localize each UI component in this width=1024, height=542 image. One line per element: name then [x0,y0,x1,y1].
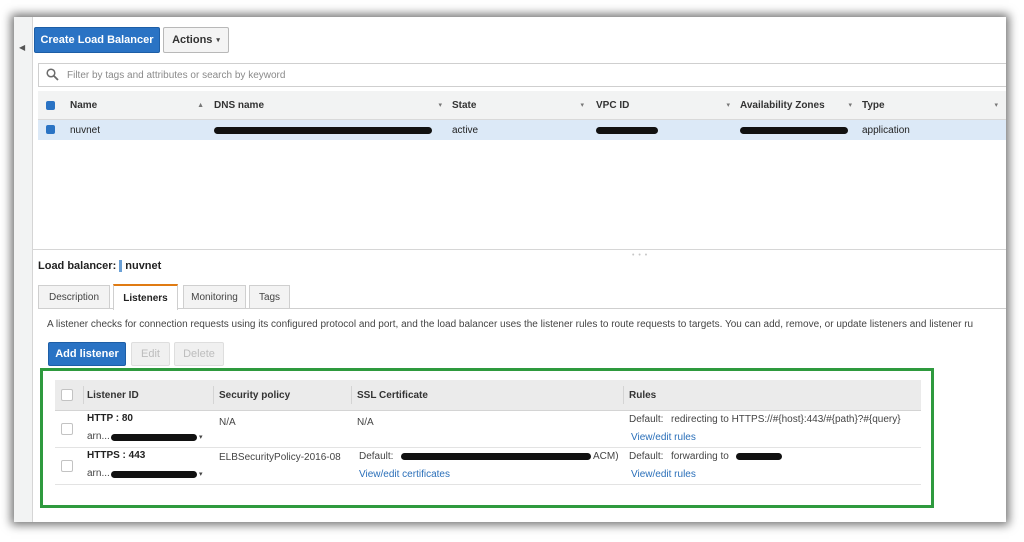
rule-default-label: Default: [629,451,664,462]
cert-source-suffix: ACM) [593,451,619,462]
listener-row[interactable]: HTTPS : 443 arn... ▾ ELBSecurityPolicy-2… [55,448,921,485]
lb-type: application [862,124,910,136]
listeners-description: A listener checks for connection request… [47,319,974,330]
column-label: VPC ID [596,99,630,111]
delete-button[interactable]: Delete [174,342,224,366]
cert-default-label: Default: [359,451,394,462]
column-header-listener-id[interactable]: Listener ID [87,380,139,410]
select-all-checkbox[interactable] [46,101,55,110]
security-policy: N/A [219,417,236,428]
column-header-state[interactable]: State ▾ [452,91,590,119]
detail-tabs: Description Listeners Monitoring Tags [38,284,1006,310]
add-listener-button[interactable]: Add listener [48,342,126,366]
column-divider [351,386,352,404]
column-divider [623,386,624,404]
sort-icon: ▾ [726,102,730,109]
sort-ascending-icon: ▲ [197,101,204,109]
table-header: Name ▲ DNS name ▾ State ▾ VPC ID ▾ Avail… [38,91,1006,120]
column-label: Availability Zones [740,99,825,111]
listener-id: HTTPS : 443 [87,450,146,461]
selection-indicator [119,260,123,272]
security-policy: ELBSecurityPolicy-2016-08 [219,452,341,463]
column-divider [213,386,214,404]
chevron-down-icon[interactable]: ▾ [199,433,203,441]
column-header-rules[interactable]: Rules [629,380,656,410]
chevron-down-icon: ▾ [216,37,220,44]
listener-arn-prefix: arn... [87,431,110,442]
ssl-certificate: N/A [357,417,374,428]
view-edit-certificates-link[interactable]: View/edit certificates [359,469,450,480]
search-input[interactable] [65,66,669,84]
lb-state: active [452,124,479,136]
redacted-arn [111,434,197,441]
redacted-arn [111,471,197,478]
redacted-certificate [401,453,591,460]
view-edit-rules-link[interactable]: View/edit rules [631,432,696,443]
column-header-type[interactable]: Type ▾ [862,91,1004,119]
pane-divider[interactable] [32,249,1006,250]
lb-name: nuvnet [70,124,101,136]
column-label: Type [862,99,885,111]
select-all-checkbox[interactable] [61,389,73,401]
selected-load-balancer-label: Load balancer: nuvnet [38,260,161,272]
actions-dropdown-button[interactable]: Actions ▾ [163,27,229,53]
filter-search-bar[interactable] [38,63,1006,87]
label-text: Load balancer: [38,260,117,272]
sort-icon: ▾ [580,102,584,109]
edit-button[interactable]: Edit [131,342,170,366]
column-label: DNS name [214,99,265,111]
listeners-table-highlight: Listener ID Security policy SSL Certific… [40,368,934,508]
app-window: ◀ Create Load Balancer Actions ▾ Name ▲ … [14,17,1006,522]
sort-icon: ▾ [438,102,442,109]
column-divider [83,386,84,404]
redacted-vpc-id [596,127,658,134]
column-label: Name [70,99,98,111]
column-header-vpc[interactable]: VPC ID ▾ [596,91,736,119]
actions-label: Actions [172,34,213,46]
column-label: State [452,99,477,111]
listener-id: HTTP : 80 [87,413,133,424]
column-header-ssl-certificate[interactable]: SSL Certificate [357,380,428,410]
tab-listeners[interactable]: Listeners [113,284,178,310]
column-header-name[interactable]: Name ▲ [70,91,210,119]
search-icon [46,68,59,81]
column-header-az[interactable]: Availability Zones ▾ [740,91,858,119]
listener-arn-prefix: arn... [87,468,110,479]
row-checkbox[interactable] [46,125,55,134]
tab-monitoring[interactable]: Monitoring [183,285,246,308]
create-load-balancer-button[interactable]: Create Load Balancer [34,27,160,53]
sort-icon: ▾ [994,102,998,109]
chevron-down-icon[interactable]: ▾ [199,470,203,478]
rule-default-label: Default: [629,414,664,425]
listener-row[interactable]: HTTP : 80 arn... ▾ N/A N/A Default: redi… [55,411,921,448]
tab-tags[interactable]: Tags [249,285,290,308]
redacted-dns-name [214,127,432,134]
row-checkbox[interactable] [61,423,73,435]
side-panel-strip: ◀ [14,17,33,522]
chevron-left-icon[interactable]: ◀ [19,43,25,52]
drag-handle-icon[interactable]: • • • [632,252,648,259]
sort-icon: ▾ [848,102,852,109]
column-header-security-policy[interactable]: Security policy [219,380,290,410]
redacted-target-group [736,453,782,460]
tab-description[interactable]: Description [38,285,110,308]
rule-action: forwarding to [671,451,729,462]
view-edit-rules-link[interactable]: View/edit rules [631,469,696,480]
load-balancer-name: nuvnet [125,260,162,272]
rule-action: redirecting to HTTPS://#{host}:443/#{pat… [671,414,901,425]
column-header-dns[interactable]: DNS name ▾ [214,91,448,119]
row-checkbox[interactable] [61,460,73,472]
listeners-table-header: Listener ID Security policy SSL Certific… [55,380,921,411]
redacted-availability-zones [740,127,848,134]
table-row[interactable]: nuvnet active application [38,120,1006,140]
